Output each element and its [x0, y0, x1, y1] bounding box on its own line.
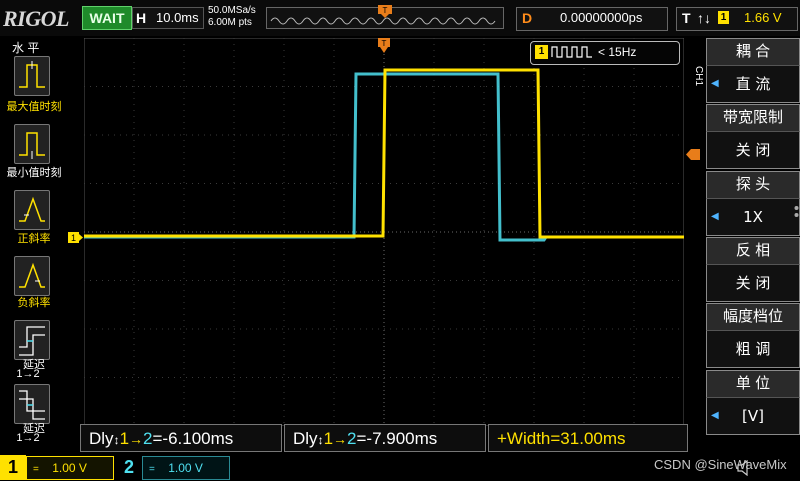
measure-delay-rise-ch-b: 2: [143, 429, 153, 448]
ch2-tag[interactable]: 2: [116, 455, 142, 480]
measure-delay-fall-ch-b: 2: [347, 429, 357, 448]
volts-scale-title: 幅度档位: [706, 303, 800, 330]
volts-scale-value-text: 粗 调: [735, 340, 771, 358]
ch1-scale: 1.00 V: [52, 461, 87, 475]
probe-value-text: 1X: [743, 208, 763, 226]
timebase-label: H: [136, 10, 147, 26]
csdn-watermark: CSDN @SineWaveMix: [654, 457, 787, 472]
right-channel-menu: 耦 合 ◀ 直 流 带宽限制 关 闭 探 头 ◀ 1X 反 相 关 闭 幅度档位…: [706, 38, 800, 454]
rigol-logo: RIGOL: [3, 6, 69, 31]
min-time-icon: [19, 132, 45, 159]
ch1-info[interactable]: = 1.00 V: [26, 456, 114, 480]
min-time-label: 最小值时刻: [6, 167, 62, 179]
measure-positive-width[interactable]: +Width=31.00ms: [488, 424, 688, 452]
delay-value: 0.00000000ps: [560, 10, 643, 25]
svg-text:T: T: [382, 39, 387, 48]
measure-delay-rise-ch-a: 1: [119, 429, 130, 448]
menu-scroll-dots-icon: [794, 206, 799, 217]
trigger-source-badge: 1: [718, 11, 729, 24]
timebase-value: 10.0ms: [156, 10, 199, 25]
ch1-menu-tab: CH1: [693, 66, 704, 87]
measure-delay-rise-prefix: Dly: [89, 429, 114, 448]
invert-title: 反 相: [706, 237, 800, 264]
max-time-label: 最大值时刻: [6, 101, 62, 113]
unit-title: 单 位: [706, 370, 800, 397]
unit-value-text: [V]: [742, 407, 764, 425]
speaker-icon[interactable]: [736, 460, 754, 476]
counter-channel-badge: 1: [535, 45, 548, 59]
trigger-position-marker-icon: T: [378, 38, 390, 53]
trigger-level: 1.66 V: [744, 10, 782, 25]
svg-text:T: T: [383, 6, 388, 15]
volts-scale-value[interactable]: 粗 调: [706, 330, 800, 368]
fall-slope-label: 负斜率: [17, 297, 51, 309]
measure-delay-fall-value: =-7.900ms: [356, 429, 438, 448]
trigger-label: T: [682, 10, 691, 26]
ch1-ground-marker-icon: 1: [68, 232, 83, 243]
fall-slope-button[interactable]: [14, 256, 50, 296]
coupling-arrow-icon: ◀: [711, 78, 719, 89]
ch2-scale: 1.00 V: [168, 461, 203, 475]
measure-delay-rise-arrow: →: [129, 431, 144, 447]
waveform-display[interactable]: [84, 38, 684, 426]
bandwidth-limit-title: 带宽限制: [706, 104, 800, 131]
delay-rise-icon: [19, 326, 45, 356]
ch1-coupling: =: [33, 464, 39, 475]
coupling-title: 耦 合: [706, 38, 800, 65]
coupling-value-text: 直 流: [735, 75, 771, 93]
delay-rise-sub: 1→2: [16, 368, 40, 380]
bandwidth-limit-value-text: 关 闭: [735, 141, 771, 159]
ch1-tag[interactable]: 1: [0, 455, 26, 480]
memory-depth: 6.00M pts: [208, 17, 252, 28]
measure-delay-fall[interactable]: Dly↕1→2=-7.900ms: [284, 424, 486, 452]
svg-text:1: 1: [71, 233, 76, 243]
memory-trigger-marker-icon: T: [378, 5, 392, 18]
fall-slope-icon: [19, 262, 45, 288]
coupling-value[interactable]: ◀ 直 流: [706, 65, 800, 103]
measure-delay-fall-arrow: →: [333, 431, 348, 447]
rise-slope-icon: [19, 196, 45, 222]
rise-slope-label: 正斜率: [17, 233, 51, 245]
sample-rate: 50.0MSa/s: [208, 5, 256, 16]
probe-arrow-icon: ◀: [711, 211, 719, 222]
trigger-level-marker-icon: [686, 149, 700, 160]
bandwidth-limit-value[interactable]: 关 闭: [706, 131, 800, 169]
invert-value-text: 关 闭: [735, 274, 771, 292]
delay-label: D: [522, 10, 533, 26]
invert-value[interactable]: 关 闭: [706, 264, 800, 302]
pulse-train-icon: [551, 46, 592, 58]
unit-value[interactable]: ◀ [V]: [706, 397, 800, 435]
probe-value[interactable]: ◀ 1X: [706, 198, 800, 236]
run-status-badge[interactable]: WAIT: [82, 6, 132, 30]
measure-delay-fall-ch-a: 1: [323, 429, 334, 448]
measure-delay-rise-value: =-6.100ms: [152, 429, 234, 448]
probe-title: 探 头: [706, 171, 800, 198]
left-menu-title: 水 平: [12, 41, 40, 55]
measure-delay-rise[interactable]: Dly↕1→2=-6.100ms: [80, 424, 282, 452]
delay-fall-button[interactable]: [14, 384, 50, 424]
delay-fall-sub: 1→2: [16, 432, 40, 444]
max-time-button[interactable]: [14, 56, 50, 96]
delay-fall-icon: [19, 390, 45, 420]
delay-rise-button[interactable]: [14, 320, 50, 360]
max-time-icon: [19, 61, 45, 88]
min-time-button[interactable]: [14, 124, 50, 164]
counter-frequency: < 15Hz: [598, 45, 637, 59]
trigger-edge-icon: ↑↓: [697, 10, 711, 26]
ch2-coupling: =: [149, 464, 155, 475]
rise-slope-button[interactable]: [14, 190, 50, 230]
ch2-info[interactable]: = 1.00 V: [142, 456, 230, 480]
measure-delay-fall-prefix: Dly: [293, 429, 318, 448]
left-horizontal-menu: 水 平 最大值时刻 最小值时刻 正斜率 负斜率 延迟 1→2 延迟 1→2: [0, 36, 68, 454]
unit-arrow-icon: ◀: [711, 410, 719, 421]
